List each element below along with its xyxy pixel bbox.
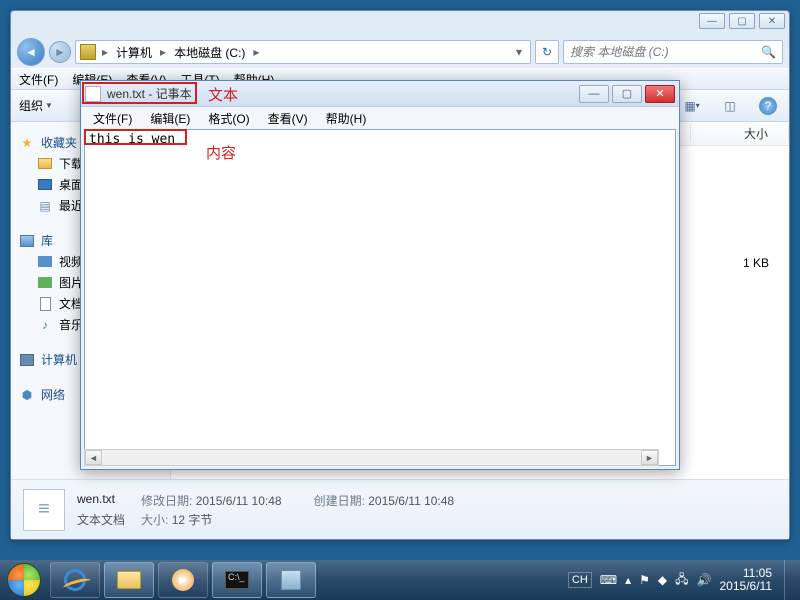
np-menu-help[interactable]: 帮助(H) (318, 108, 375, 129)
horizontal-scrollbar[interactable]: ◄ ► (84, 449, 659, 466)
details-mod-label: 修改日期: (141, 494, 192, 508)
mediaplayer-icon (172, 569, 194, 591)
sidebar-favorites-label: 收藏夹 (41, 134, 77, 151)
notepad-content[interactable]: this is wen (85, 130, 675, 465)
music-icon: ♪ (37, 317, 53, 333)
language-indicator[interactable]: CH (568, 572, 592, 588)
taskbar-cmd[interactable]: C:\_ (212, 562, 262, 598)
np-menu-file[interactable]: 文件(F) (85, 108, 140, 129)
menu-file[interactable]: 文件(F) (19, 71, 58, 88)
star-icon: ★ (19, 135, 35, 151)
file-size-cell[interactable]: 1 KB (689, 252, 789, 274)
start-button[interactable] (0, 560, 48, 600)
np-menu-view[interactable]: 查看(V) (260, 108, 316, 129)
taskbar-app[interactable] (266, 562, 316, 598)
ie-icon (64, 569, 86, 591)
search-icon[interactable]: 🔍 (761, 45, 776, 59)
details-created-label: 创建日期: (314, 494, 365, 508)
taskbar-explorer[interactable] (104, 562, 154, 598)
np-menu-format[interactable]: 格式(O) (200, 108, 257, 129)
scroll-right-button[interactable]: ► (641, 450, 658, 465)
notepad-title: wen.txt - 记事本 (107, 85, 579, 102)
maximize-button[interactable]: ▢ (729, 13, 755, 29)
computer-icon (20, 354, 34, 366)
organize-label: 组织 (19, 97, 43, 114)
notepad-icon (85, 86, 101, 102)
preview-pane-button[interactable]: ◫ (717, 94, 743, 118)
breadcrumb-sep[interactable]: ▸ (100, 45, 110, 59)
clock[interactable]: 11:05 2015/6/11 (720, 567, 777, 593)
explorer-titlebar[interactable]: — ▢ ✕ (11, 11, 789, 36)
keyboard-icon[interactable]: ⌨ (600, 573, 617, 587)
search-input[interactable] (570, 45, 761, 59)
tray-expand-icon[interactable]: ▴ (625, 573, 631, 587)
drive-icon (80, 44, 96, 60)
nav-forward-button[interactable]: ► (49, 41, 71, 63)
np-menu-edit[interactable]: 编辑(E) (142, 108, 198, 129)
app-icon (281, 570, 301, 590)
details-type: 文本文档 (77, 511, 125, 528)
search-box[interactable]: 🔍 (563, 40, 783, 64)
volume-icon[interactable]: 🔊 (697, 573, 712, 587)
folder-icon (117, 571, 141, 589)
annotation-title-label: 文本 (208, 84, 238, 105)
show-desktop-button[interactable] (784, 560, 794, 600)
nav-back-button[interactable]: ◄ (17, 38, 45, 66)
tray-item-icon[interactable]: ◆ (658, 573, 667, 587)
np-maximize-button[interactable]: ▢ (612, 85, 642, 103)
cmd-icon: C:\_ (225, 571, 249, 589)
minimize-button[interactable]: — (699, 13, 725, 29)
library-icon (20, 235, 34, 247)
help-button[interactable]: ? (755, 94, 781, 118)
breadcrumb-drive-c[interactable]: 本地磁盘 (C:) (172, 44, 247, 61)
notepad-window: wen.txt - 记事本 — ▢ ✕ 文件(F) 编辑(E) 格式(O) 查看… (80, 80, 680, 470)
network-icon: ⬢ (19, 387, 35, 403)
notepad-text-area[interactable]: this is wen (84, 129, 676, 466)
address-bar[interactable]: ▸ 计算机 ▸ 本地磁盘 (C:) ▸ ▾ (75, 40, 531, 64)
view-mode-button[interactable]: ▦ ▾ (679, 94, 705, 118)
refresh-button[interactable]: ↻ (535, 40, 559, 64)
notepad-titlebar[interactable]: wen.txt - 记事本 — ▢ ✕ (81, 81, 679, 107)
organize-button[interactable]: 组织 ▼ (19, 97, 53, 114)
details-filename: wen.txt (77, 492, 125, 509)
scroll-left-button[interactable]: ◄ (85, 450, 102, 465)
notepad-window-controls: — ▢ ✕ (579, 85, 675, 103)
explorer-nav: ◄ ► ▸ 计算机 ▸ 本地磁盘 (C:) ▸ ▾ ↻ 🔍 (17, 36, 783, 68)
np-close-button[interactable]: ✕ (645, 85, 675, 103)
system-tray: CH ⌨ ▴ ⚑ ◆ 🖧 🔊 11:05 2015/6/11 (568, 560, 800, 600)
details-size-label: 大小: (141, 513, 168, 527)
file-type-icon (23, 489, 65, 531)
taskbar: C:\_ CH ⌨ ▴ ⚑ ◆ 🖧 🔊 11:05 2015/6/11 (0, 560, 800, 600)
breadcrumb-sep[interactable]: ▸ (158, 45, 168, 59)
np-minimize-button[interactable]: — (579, 85, 609, 103)
action-center-icon[interactable]: ⚑ (639, 573, 650, 587)
taskbar-mediaplayer[interactable] (158, 562, 208, 598)
taskbar-ie[interactable] (50, 562, 100, 598)
annotation-content-label: 内容 (206, 142, 236, 163)
notepad-menubar: 文件(F) 编辑(E) 格式(O) 查看(V) 帮助(H) (81, 107, 679, 129)
details-pane: wen.txt 修改日期: 2015/6/11 10:48 创建日期: 2015… (11, 479, 789, 539)
close-button[interactable]: ✕ (759, 13, 785, 29)
dropdown-icon: ▼ (45, 101, 53, 110)
network-tray-icon[interactable]: 🖧 (675, 570, 688, 591)
clock-date: 2015/6/11 (720, 580, 773, 593)
address-dropdown[interactable]: ▾ (512, 45, 526, 59)
breadcrumb-computer[interactable]: 计算机 (114, 44, 154, 61)
details-mod-value: 2015/6/11 10:48 (196, 494, 282, 508)
windows-logo-icon (7, 563, 41, 597)
recent-icon: ▤ (37, 198, 53, 214)
details-created-value: 2015/6/11 10:48 (368, 494, 454, 508)
col-size[interactable]: 大小 (691, 125, 789, 142)
details-size-value: 12 字节 (172, 513, 213, 527)
breadcrumb-trailing[interactable]: ▸ (251, 45, 261, 59)
explorer-window-controls: — ▢ ✕ (699, 13, 785, 29)
